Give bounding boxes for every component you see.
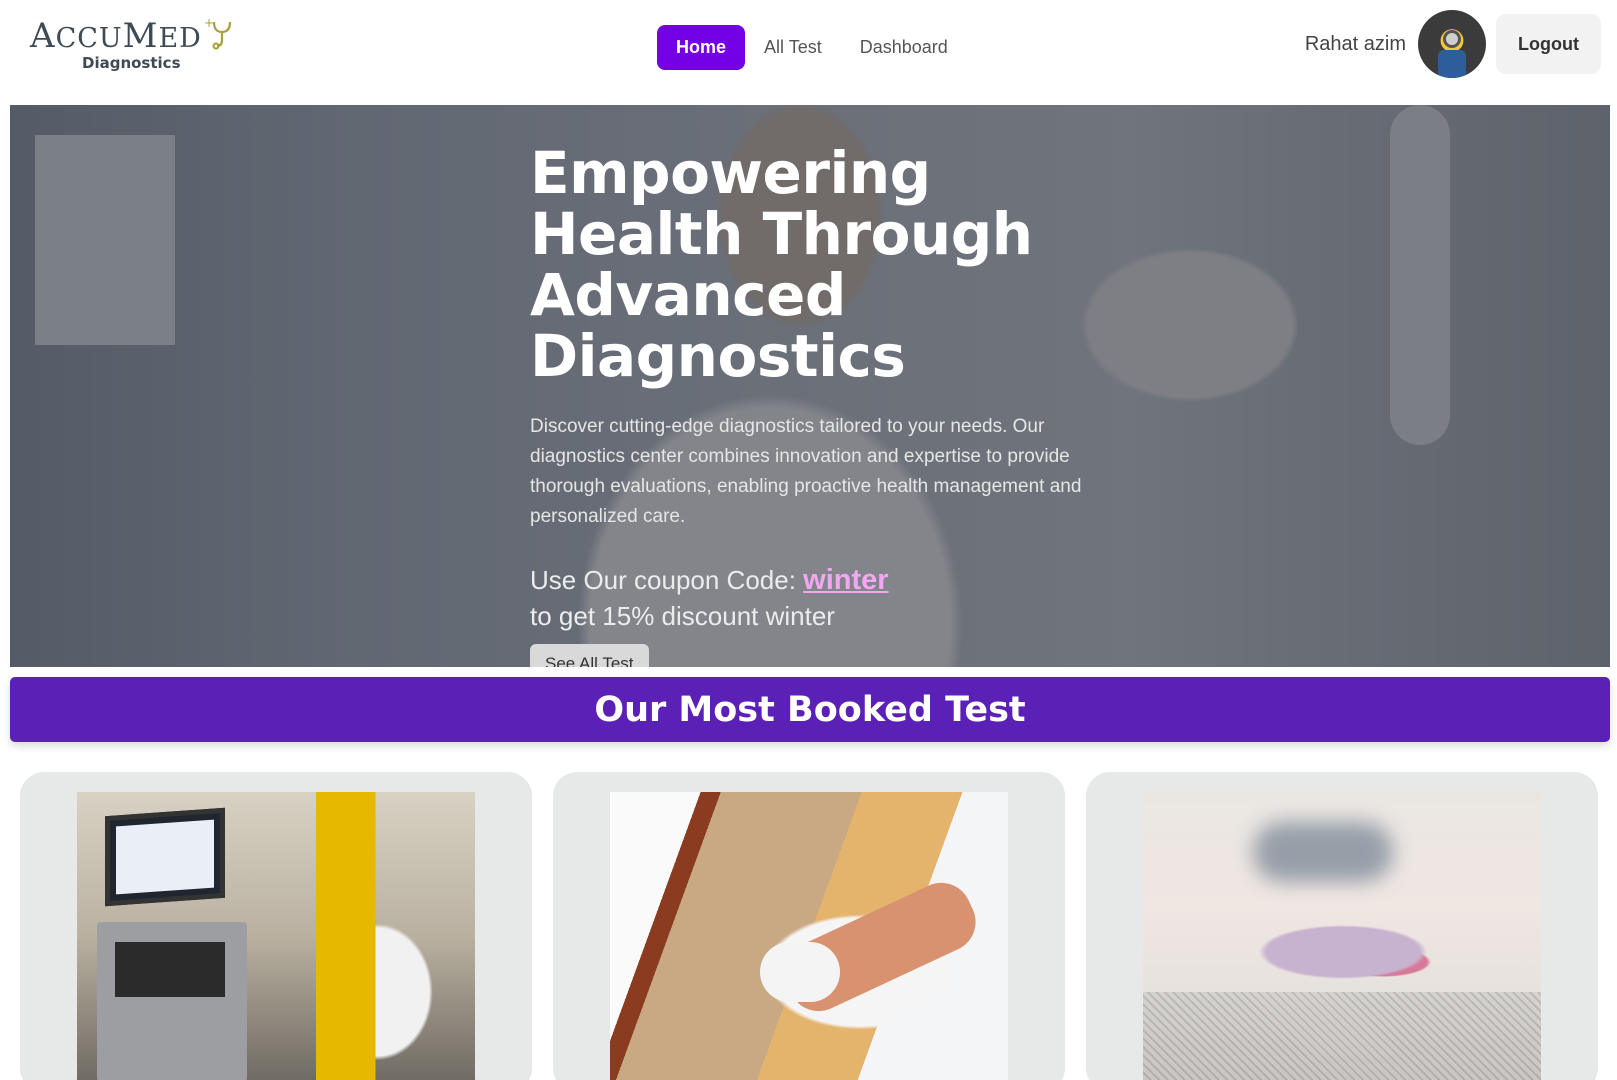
test-card[interactable]	[1086, 772, 1598, 1080]
brand-name: ACCUMED	[30, 16, 202, 56]
most-booked-banner: Our Most Booked Test	[10, 677, 1610, 742]
nav-dashboard[interactable]: Dashboard	[841, 25, 967, 70]
hero-title: Empowering Health Through Advanced Diagn…	[530, 139, 1033, 390]
test-card[interactable]	[20, 772, 532, 1080]
navbar: ACCUMED + Diagnostics Home All Test Dash…	[0, 0, 1617, 100]
svg-text:+: +	[204, 16, 214, 30]
brand-logo[interactable]: ACCUMED + Diagnostics	[30, 16, 240, 76]
nav-home[interactable]: Home	[657, 25, 746, 70]
avatar[interactable]	[1418, 10, 1487, 78]
logout-button[interactable]: Logout	[1496, 14, 1601, 74]
hero-background-image	[35, 135, 175, 345]
petri-dish-image	[1143, 792, 1541, 1080]
stethoscope-icon: +	[204, 16, 232, 50]
see-all-test-button[interactable]: See All Test	[530, 644, 649, 667]
hero-content: Empowering Health Through Advanced Diagn…	[530, 143, 1130, 667]
brand-subtitle: Diagnostics	[82, 54, 181, 72]
hero-description: Discover cutting-edge diagnostics tailor…	[530, 416, 1082, 527]
lab-microscope-image	[77, 792, 475, 1080]
test-card[interactable]	[553, 772, 1065, 1080]
user-area: Rahat azim Logout	[1305, 10, 1601, 78]
nav-all-test[interactable]: All Test	[745, 25, 841, 70]
section-title: Our Most Booked Test	[594, 689, 1026, 730]
hero-banner: Empowering Health Through Advanced Diagn…	[10, 105, 1610, 667]
user-name: Rahat azim	[1304, 32, 1407, 55]
blood-draw-image	[610, 792, 1008, 1080]
test-cards	[20, 772, 1600, 1080]
main-nav: Home All Test Dashboard	[657, 25, 967, 70]
coupon-code-link[interactable]: winter	[803, 564, 888, 596]
coupon-text: Use Our coupon Code: winter to get 15% d…	[530, 564, 889, 631]
